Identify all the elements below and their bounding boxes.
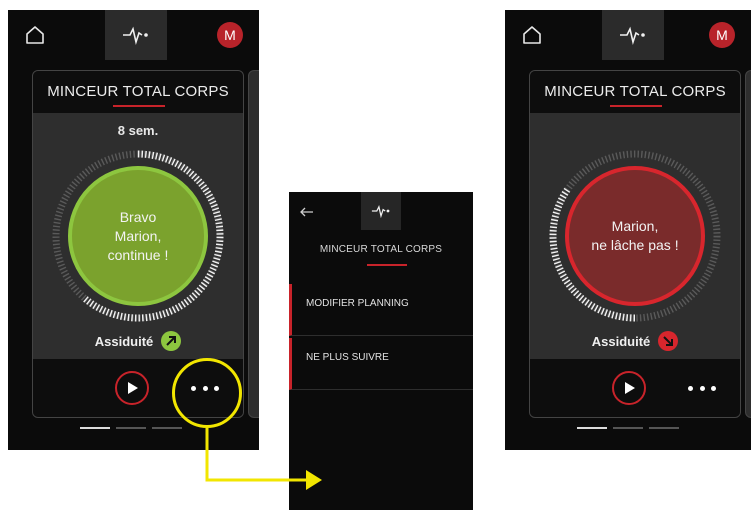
annotation-arrow (205, 428, 322, 490)
